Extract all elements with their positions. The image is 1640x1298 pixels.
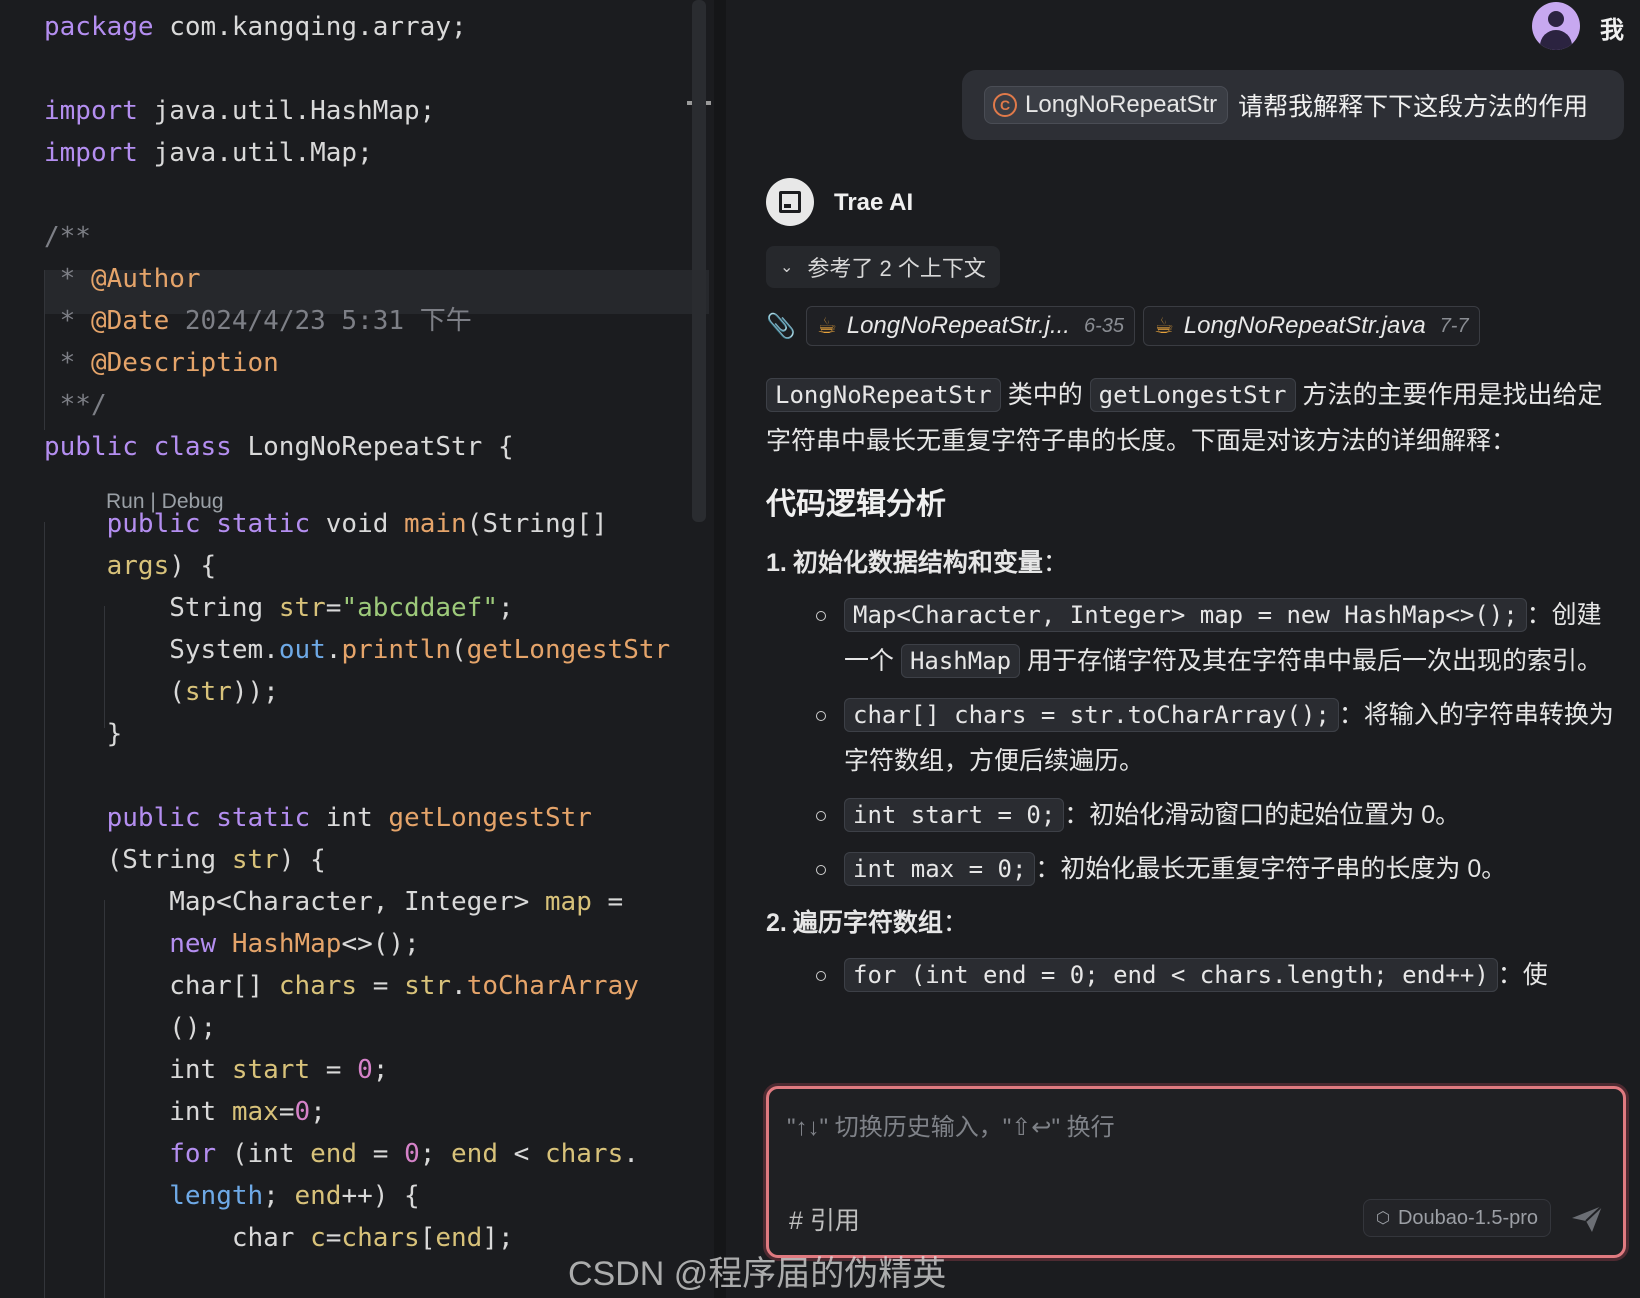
code-line[interactable]: import java.util.Map; bbox=[44, 131, 373, 175]
bullet-list: for (int end = 0; end < chars.length; en… bbox=[816, 952, 1616, 998]
context-file-name: LongNoRepeatStr.java bbox=[1183, 312, 1426, 339]
context-file-name: LongNoRepeatStr.j... bbox=[846, 312, 1070, 339]
list-number: 1. bbox=[766, 549, 787, 577]
bullet-text: ：使 bbox=[1497, 961, 1548, 989]
list-title: 初始化数据结构和变量 bbox=[792, 549, 1043, 577]
code-line[interactable]: args) { bbox=[44, 544, 217, 588]
reference-button[interactable]: # 引用 bbox=[789, 1201, 860, 1237]
inline-code: getLongestStr bbox=[1089, 378, 1296, 412]
chat-input[interactable] bbox=[787, 1103, 1607, 1153]
inline-code: char[] chars = str.toCharArray(); bbox=[844, 698, 1339, 732]
class-icon: C bbox=[993, 93, 1017, 117]
code-line[interactable]: * @Description bbox=[44, 341, 279, 385]
code-line[interactable]: **/ bbox=[44, 383, 107, 427]
inline-code: LongNoRepeatStr bbox=[766, 378, 1001, 412]
code-line[interactable]: * @Date 2024/4/23 5:31 下午 bbox=[44, 299, 472, 343]
code-line[interactable]: } bbox=[44, 712, 123, 756]
code-editor[interactable]: package com.kangqing.array; import java.… bbox=[0, 0, 714, 1298]
inline-code: HashMap bbox=[900, 644, 1021, 678]
bullet-text: ：初始化最长无重复字符子串的长度为 0。 bbox=[1035, 855, 1507, 883]
code-line[interactable]: /** bbox=[44, 215, 91, 259]
user-avatar-body bbox=[1540, 30, 1572, 50]
user-avatar bbox=[1532, 2, 1580, 50]
code-line[interactable]: public class LongNoRepeatStr { bbox=[44, 425, 514, 469]
model-selector[interactable]: ⬡ Doubao-1.5-pro bbox=[1363, 1199, 1552, 1237]
bullet-item: int max = 0; ：初始化最长无重复字符子串的长度为 0。 bbox=[816, 846, 1616, 892]
user-message-text: 请帮我解释下下这段方法的作用 bbox=[1238, 93, 1589, 121]
bullet-text: 用于存储字符及其在字符串中最后一次出现的索引。 bbox=[1020, 647, 1603, 675]
code-line[interactable]: String str="abcddaef"; bbox=[44, 586, 513, 630]
context-file-range: 6-35 bbox=[1083, 314, 1125, 337]
ai-chat-panel: 我 C LongNoRepeatStr 请帮我解释下下这段方法的作用 Trae … bbox=[726, 0, 1640, 1298]
code-line[interactable]: (String str) { bbox=[44, 838, 326, 882]
ai-name: Trae AI bbox=[834, 189, 914, 216]
code-line[interactable]: System.out.println(getLongestStr bbox=[44, 628, 670, 672]
code-line[interactable]: int max=0; bbox=[44, 1090, 326, 1134]
code-line[interactable]: length; end++) { bbox=[44, 1174, 419, 1218]
user-message-bubble: C LongNoRepeatStr 请帮我解释下下这段方法的作用 bbox=[962, 70, 1624, 140]
code-line[interactable]: Map<Character, Integer> map = bbox=[44, 880, 623, 924]
inline-code: Map<Character, Integer> map = new HashMa… bbox=[844, 598, 1527, 632]
context-file-range: 7-7 bbox=[1439, 314, 1469, 337]
code-line[interactable]: public static void main(String[] bbox=[44, 502, 608, 546]
context-toggle-label: 参考了 2 个上下文 bbox=[807, 256, 986, 281]
code-line[interactable]: package com.kangqing.array; bbox=[44, 5, 467, 49]
send-icon bbox=[1572, 1205, 1603, 1232]
code-line[interactable]: import java.util.HashMap; bbox=[44, 89, 435, 133]
send-button[interactable] bbox=[1567, 1199, 1607, 1239]
context-file-chip[interactable]: ☕ LongNoRepeatStr.j... 6-35 bbox=[806, 306, 1136, 346]
code-line[interactable]: public static int getLongestStr bbox=[44, 796, 592, 840]
ai-avatar bbox=[766, 178, 814, 226]
inline-code: int start = 0; bbox=[844, 798, 1065, 832]
scroll-fade bbox=[726, 1020, 1640, 1080]
code-line[interactable]: for (int end = 0; end < chars. bbox=[44, 1132, 639, 1176]
referenced-file-name: LongNoRepeatStr bbox=[1025, 91, 1218, 118]
chat-input-box: # 引用 ⬡ Doubao-1.5-pro bbox=[766, 1086, 1626, 1258]
code-line[interactable]: (str)); bbox=[44, 670, 279, 714]
bullet-item: Map<Character, Integer> map = new HashMa… bbox=[816, 592, 1616, 684]
java-file-icon: ☕ bbox=[1154, 313, 1174, 338]
list-number: 2. bbox=[766, 909, 787, 937]
referenced-file-chip[interactable]: C LongNoRepeatStr bbox=[984, 86, 1229, 124]
code-line[interactable]: char c=chars[end]; bbox=[44, 1216, 514, 1260]
context-toggle-button[interactable]: ⌄ 参考了 2 个上下文 bbox=[766, 246, 1000, 288]
split-divider[interactable] bbox=[714, 0, 726, 1298]
context-file-chip[interactable]: ☕ LongNoRepeatStr.java 7-7 bbox=[1143, 306, 1480, 346]
answer-text: 类中的 bbox=[1000, 381, 1090, 409]
watermark: CSDN @程序届的伪精英 bbox=[568, 1255, 947, 1293]
model-name: Doubao-1.5-pro bbox=[1397, 1206, 1539, 1229]
bullet-text: ：初始化滑动窗口的起始位置为 0。 bbox=[1064, 801, 1461, 829]
code-line[interactable]: int start = 0; bbox=[44, 1048, 388, 1092]
code-line[interactable]: new HashMap<>(); bbox=[44, 922, 419, 966]
bullet-item: char[] chars = str.toCharArray(); ：将输入的字符… bbox=[816, 692, 1616, 784]
ordered-list-item: 1. 初始化数据结构和变量： Map<Character, Integer> ma… bbox=[766, 540, 1616, 892]
answer-heading: 代码逻辑分析 bbox=[766, 488, 946, 521]
java-file-icon: ☕ bbox=[817, 313, 837, 338]
ai-answer: LongNoRepeatStr 类中的 getLongestStr 方法的主要作… bbox=[766, 372, 1616, 1006]
user-name: 我 bbox=[1600, 17, 1624, 44]
bullet-list: Map<Character, Integer> map = new HashMa… bbox=[816, 592, 1616, 892]
inline-code: for (int end = 0; end < chars.length; en… bbox=[844, 958, 1498, 992]
editor-scrollbar[interactable] bbox=[692, 0, 706, 522]
inline-code: int max = 0; bbox=[844, 852, 1036, 886]
code-line[interactable]: * @Author bbox=[44, 257, 201, 301]
paperclip-icon: 📎 bbox=[766, 312, 796, 340]
bullet-item: for (int end = 0; end < chars.length; en… bbox=[816, 952, 1616, 998]
answer-intro: LongNoRepeatStr 类中的 getLongestStr 方法的主要作… bbox=[766, 372, 1616, 464]
context-file-list: 📎 ☕ LongNoRepeatStr.j... 6-35 ☕ LongNoRe… bbox=[766, 306, 1488, 346]
user-avatar-head bbox=[1548, 11, 1564, 27]
code-line[interactable]: (); bbox=[44, 1006, 216, 1050]
ordered-list-item: 2. 遍历字符数组： for (int end = 0; end < chars.… bbox=[766, 900, 1616, 998]
list-title-suffix: ： bbox=[942, 909, 968, 937]
list-title-suffix: ： bbox=[1042, 549, 1068, 577]
cube-icon: ⬡ bbox=[1376, 1210, 1390, 1227]
trae-logo-icon bbox=[779, 191, 801, 213]
chevron-down-icon: ⌄ bbox=[780, 259, 794, 276]
bullet-item: int start = 0; ：初始化滑动窗口的起始位置为 0。 bbox=[816, 792, 1616, 838]
code-line[interactable]: char[] chars = str.toCharArray bbox=[44, 964, 639, 1008]
list-title: 遍历字符数组 bbox=[792, 909, 943, 937]
